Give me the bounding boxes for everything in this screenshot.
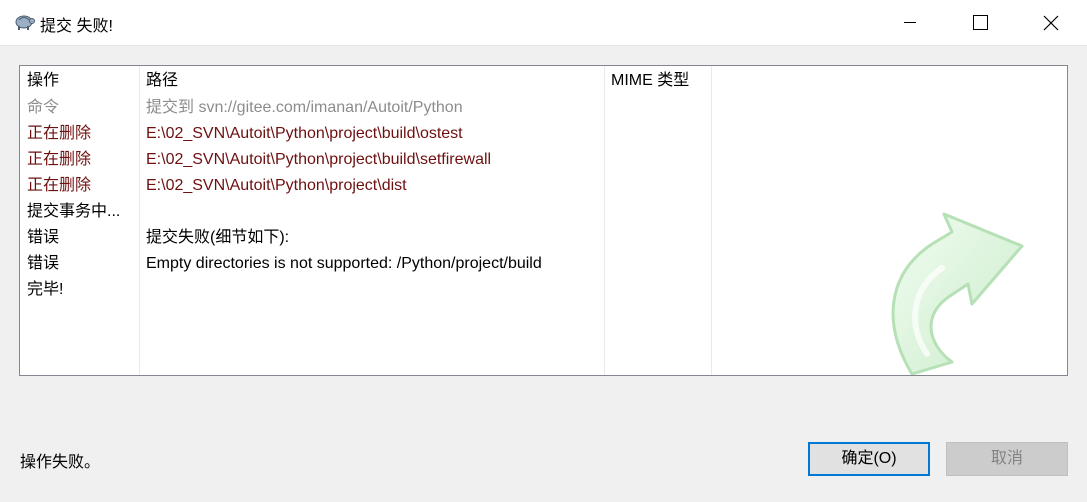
row-path: E:\02_SVN\Autoit\Python\project\build\se… [146, 151, 492, 168]
maximize-icon [973, 15, 988, 30]
ok-button[interactable]: 确定(O) [808, 442, 930, 476]
column-divider [139, 66, 140, 375]
title-bar: 提交 失败! [0, 0, 1087, 46]
row-path: 提交到 svn://gitee.com/imanan/Autoit/Python [146, 99, 463, 116]
header-path[interactable]: 路径 [146, 71, 178, 91]
row-action: 完毕! [27, 281, 64, 298]
row-action: 正在删除 [27, 177, 92, 194]
row-action: 错误 [27, 255, 60, 272]
close-button[interactable] [1027, 0, 1073, 45]
close-icon [1043, 15, 1059, 31]
minimize-button[interactable] [887, 0, 933, 45]
header-mime-type[interactable]: MIME 类型 [611, 71, 689, 91]
row-path: E:\02_SVN\Autoit\Python\project\dist [146, 177, 407, 194]
row-path: E:\02_SVN\Autoit\Python\project\build\os… [146, 125, 463, 142]
window-title: 提交 失败! [40, 18, 113, 35]
tortoise-icon [12, 12, 36, 32]
column-divider [711, 66, 712, 375]
row-action: 命令 [27, 99, 60, 116]
cancel-button[interactable]: 取消 [946, 442, 1068, 476]
green-curved-arrow-icon [891, 212, 1024, 375]
row-path: Empty directories is not supported: /Pyt… [146, 255, 542, 272]
minimize-icon [904, 22, 916, 23]
row-path: 提交失败(细节如下): [146, 229, 290, 246]
column-divider [604, 66, 605, 375]
row-action: 正在删除 [27, 151, 92, 168]
header-action[interactable]: 操作 [27, 71, 59, 91]
maximize-button[interactable] [957, 0, 1003, 45]
row-action: 提交事务中... [27, 203, 121, 220]
status-text: 操作失败。 [20, 454, 101, 471]
row-action: 正在删除 [27, 125, 92, 142]
row-action: 错误 [27, 229, 60, 246]
commit-log-list[interactable]: 操作 路径 MIME 类型 命令 提交到 svn://gitee.com/ima… [19, 65, 1068, 376]
